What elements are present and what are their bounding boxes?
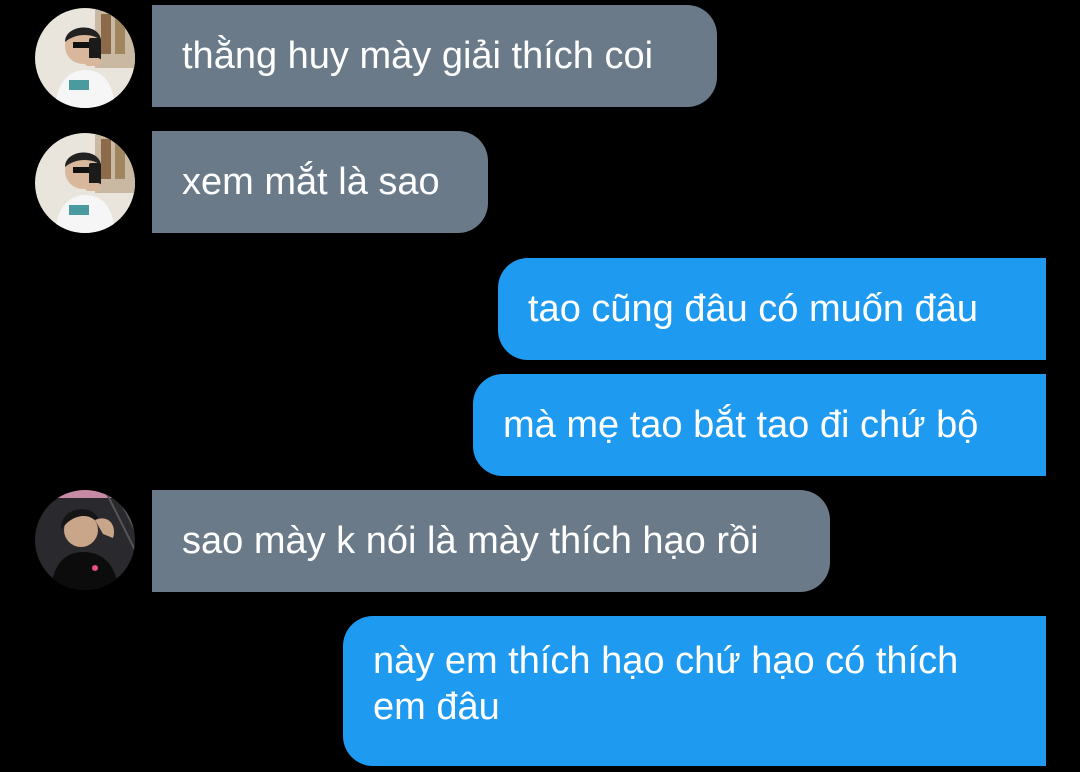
message-text: sao mày k nói là mày thích hạo rồi [182, 520, 759, 562]
avatar-photo-icon [35, 490, 135, 590]
message-text: mà mẹ tao bắt tao đi chứ bộ [503, 404, 979, 446]
message-bubble[interactable]: tao cũng đâu có muốn đâu [498, 258, 1046, 360]
avatar-photo-icon [35, 8, 135, 108]
message-bubble[interactable]: mà mẹ tao bắt tao đi chứ bộ [473, 374, 1046, 476]
message-bubble[interactable]: thằng huy mày giải thích coi [152, 5, 717, 107]
avatar[interactable] [35, 490, 135, 590]
avatar[interactable] [35, 133, 135, 233]
message-text: này em thích hạo chứ hạo có thích em đâu [373, 640, 959, 728]
message-bubble[interactable]: này em thích hạo chứ hạo có thích em đâu [343, 616, 1046, 766]
message-text: thằng huy mày giải thích coi [182, 35, 654, 77]
message-text: xem mắt là sao [182, 161, 440, 203]
message-bubble[interactable]: sao mày k nói là mày thích hạo rồi [152, 490, 830, 592]
message-bubble[interactable]: xem mắt là sao [152, 131, 488, 233]
message-text: tao cũng đâu có muốn đâu [528, 288, 979, 330]
avatar-photo-icon [35, 133, 135, 233]
avatar[interactable] [35, 8, 135, 108]
